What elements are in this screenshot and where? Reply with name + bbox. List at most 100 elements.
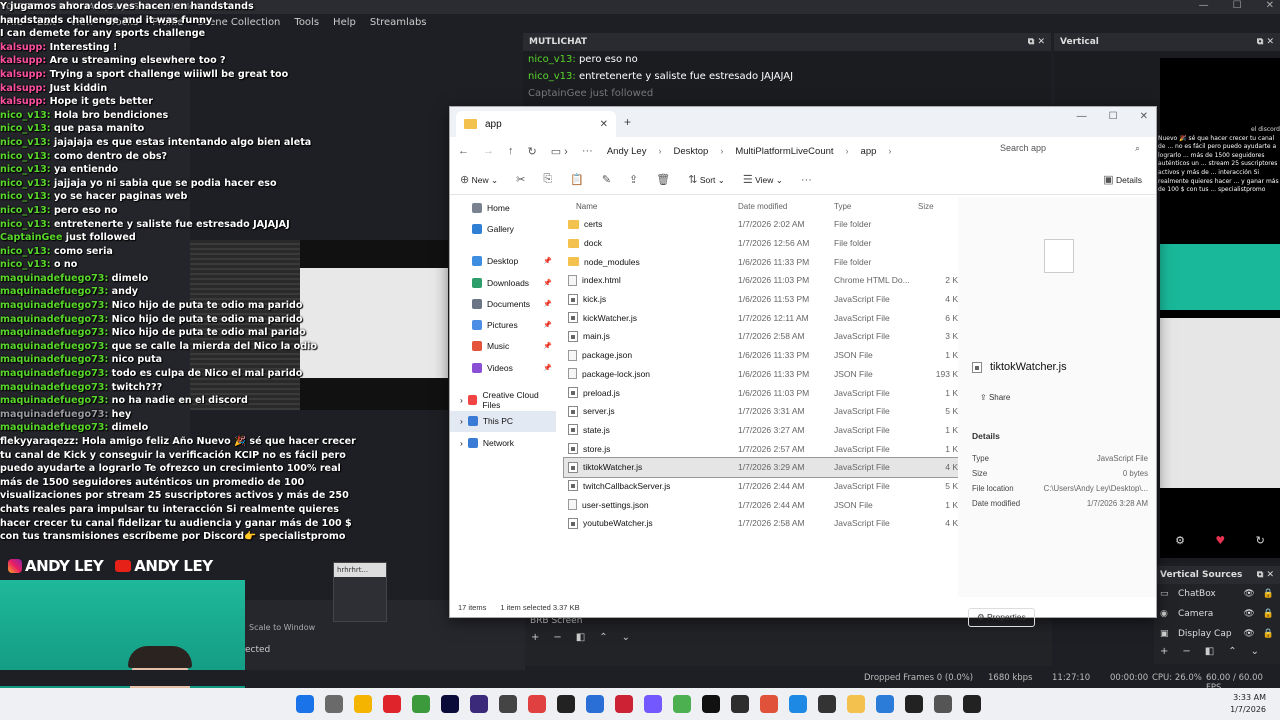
file-row[interactable]: dock 1/7/2026 12:56 AM File folder [564,234,958,253]
explorer-maximize-icon[interactable]: ☐ [1109,111,1118,122]
remove-icon[interactable]: − [1182,646,1190,657]
pin-icon[interactable]: 📌 [543,321,552,329]
sidebar-item-documents[interactable]: Documents 📌 [450,293,556,314]
chevron-right-icon[interactable]: › [460,438,463,448]
explorer-tab[interactable]: app ✕ [456,111,616,137]
mixer-popup[interactable]: hrhrhrt... [333,562,387,622]
scale-dropdown[interactable]: Scale to Window [249,623,315,632]
source-item[interactable]: ▣ Display Cap 👁 🔒 [1154,624,1280,644]
sidebar-item-network[interactable]: › Network [450,432,556,453]
view-button[interactable]: ☰ View ⌄ [743,173,783,186]
lock-icon[interactable]: 🔒 [1263,609,1274,619]
taskbar-app-icon[interactable] [789,695,807,713]
column-header-type[interactable]: Type [834,202,918,211]
file-row[interactable]: twitchCallbackServer.js 1/7/2026 2:44 AM J… [564,477,958,496]
add-icon[interactable]: + [1160,646,1168,657]
pin-icon[interactable]: 📌 [543,364,552,372]
sidebar-item-videos[interactable]: Videos 📌 [450,357,556,378]
taskbar-app-icon[interactable] [876,695,894,713]
file-list-header[interactable]: Name Date modified Type Size [564,197,958,215]
sort-button[interactable]: ⇅ Sort ⌄ [688,173,725,186]
scene-down-icon[interactable]: ⌄ [622,632,630,643]
menu-item-streamlabs[interactable]: Streamlabs [370,17,427,29]
taskbar-app-icon[interactable] [760,695,778,713]
taskbar-app-icon[interactable] [470,695,488,713]
obs-window-controls[interactable]: — ☐ ✕ [1199,0,1274,11]
breadcrumb-item[interactable]: MultiPlatformLiveCount [735,146,833,157]
taskbar-app-icon[interactable] [702,695,720,713]
taskbar-app-icon[interactable] [586,695,604,713]
sidebar-item-creative-cloud-files[interactable]: › Creative Cloud Files [450,389,556,410]
taskbar-app-icon[interactable] [934,695,952,713]
filter-icon[interactable]: ◧ [1205,646,1214,657]
add-scene-icon[interactable]: + [531,632,539,643]
sidebar-item-gallery[interactable]: Gallery [450,218,556,239]
sidebar-item-pictures[interactable]: Pictures 📌 [450,314,556,335]
eye-icon[interactable]: 👁 [1243,589,1254,599]
details-button[interactable]: ▣ Details [1103,173,1142,186]
vertical-close-icon[interactable]: ⧉ ✕ [1257,37,1274,47]
taskbar-app-icon[interactable] [354,695,372,713]
breadcrumb-item[interactable]: app [861,146,877,157]
breadcrumb[interactable]: Andy Ley › Desktop › MultiPlatformLiveCount ›… [607,146,892,157]
paste-icon[interactable]: 📋 [570,173,584,186]
vsources-close-icon[interactable]: ⧉ ✕ [1257,570,1274,580]
file-row[interactable]: youtubeWatcher.js 1/7/2026 2:58 AM JavaScr… [564,514,958,533]
pin-icon[interactable]: 📌 [543,300,552,308]
panel-close-icon[interactable]: ⧉ ✕ [1028,37,1045,47]
file-row[interactable]: package-lock.json 1/6/2026 11:33 PM JSON F… [564,365,958,384]
source-item[interactable]: ▭ ChatBox 👁 🔒 [1154,584,1280,604]
sidebar-item-music[interactable]: Music 📌 [450,336,556,357]
file-row[interactable]: user-settings.json 1/7/2026 2:44 AM JSON F… [564,495,958,514]
file-row[interactable]: node_modules 1/6/2026 11:33 PM File folder [564,252,958,271]
cut-icon[interactable]: ✂ [516,173,525,186]
sidebar-item-home[interactable]: Home [450,197,556,218]
breadcrumb-item[interactable]: Andy Ley [607,146,647,157]
taskbar-clock[interactable]: 3:33 AM 1/7/2026 [1230,692,1266,716]
up-icon[interactable]: ↑ [508,145,514,157]
pin-icon[interactable]: 📌 [543,342,552,350]
chevron-right-icon[interactable]: › [460,416,463,426]
explorer-close-icon[interactable]: ✕ [1140,111,1148,122]
file-row[interactable]: server.js 1/7/2026 3:31 AM JavaScript File… [564,402,958,421]
taskbar-app-icon[interactable] [673,695,691,713]
taskbar-app-icon[interactable] [847,695,865,713]
lock-icon[interactable]: 🔒 [1263,589,1274,599]
sidebar-item-desktop[interactable]: Desktop 📌 [450,251,556,272]
file-row[interactable]: kickWatcher.js 1/7/2026 12:11 AM JavaScrip… [564,308,958,327]
lock-icon[interactable]: 🔒 [1263,629,1274,639]
move-down-icon[interactable]: ⌄ [1251,646,1259,657]
new-tab-icon[interactable]: + [624,115,631,129]
tab-close-icon[interactable]: ✕ [600,119,608,130]
taskbar-app-icon[interactable] [325,695,343,713]
taskbar-app-icon[interactable] [528,695,546,713]
taskbar-app-icon[interactable] [731,695,749,713]
pin-icon[interactable]: 📌 [543,257,552,265]
taskbar-app-icon[interactable] [963,695,981,713]
explorer-window-controls[interactable]: — ☐ ✕ [1077,111,1148,122]
taskbar-app-icon[interactable] [441,695,459,713]
heart-icon[interactable]: ♥ [1215,534,1225,554]
file-row[interactable]: store.js 1/7/2026 2:57 AM JavaScript File 1… [564,439,958,458]
taskbar-app-icon[interactable] [296,695,314,713]
refresh-icon[interactable]: ↻ [528,145,537,158]
file-row[interactable]: index.html 1/6/2026 11:03 PM Chrome HTML D… [564,271,958,290]
file-row[interactable]: tiktokWatcher.js 1/7/2026 3:29 AM JavaScri… [563,456,959,478]
more-path-icon[interactable]: ··· [582,145,593,157]
sidebar-item-this-pc[interactable]: › This PC [450,410,556,432]
taskbar-app-icon[interactable] [383,695,401,713]
eye-icon[interactable]: 👁 [1243,609,1254,619]
forward-icon[interactable]: → [483,145,494,157]
move-up-icon[interactable]: ⌃ [1228,646,1236,657]
file-row[interactable]: package.json 1/6/2026 11:33 PM JSON File 1 … [564,346,958,365]
taskbar-app-icon[interactable] [499,695,517,713]
monitor-icon[interactable]: ▭ › [551,145,568,158]
scenes-footer[interactable]: + − ◧ ⌃ ⌄ [525,632,1052,643]
remove-scene-icon[interactable]: − [553,632,561,643]
share-button[interactable]: ⇪ Share [980,393,1010,402]
taskbar-app-icon[interactable] [615,695,633,713]
delete-icon[interactable]: 🗑 [656,173,670,186]
eye-icon[interactable]: 👁 [1243,629,1254,639]
scene-up-icon[interactable]: ⌃ [599,632,607,643]
search-box[interactable]: Search app ⌕ [994,139,1146,159]
